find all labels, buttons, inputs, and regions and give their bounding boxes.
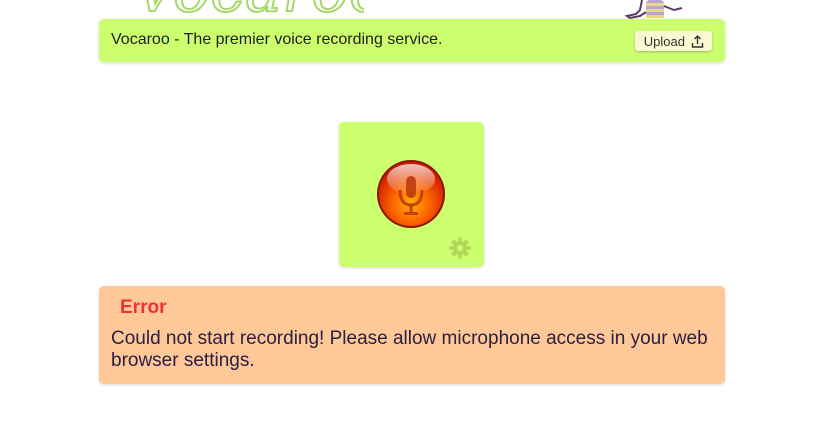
recorder-panel — [339, 122, 484, 267]
upload-button-label: Upload — [643, 33, 685, 49]
logo-text: Vocaroo — [134, 0, 364, 16]
mascot-image — [622, 0, 688, 20]
microphone-icon — [377, 160, 445, 228]
error-title: Error — [120, 297, 167, 318]
record-button[interactable] — [376, 159, 446, 229]
upload-button[interactable]: Upload — [634, 31, 712, 51]
gear-icon[interactable] — [449, 237, 471, 259]
page: Vocaroo Vocaroo - The premier voice reco… — [0, 0, 827, 432]
tagline-bar: Vocaroo - The premier voice recording se… — [99, 19, 725, 62]
upload-icon — [691, 34, 704, 48]
vocaroo-logo[interactable]: Vocaroo — [104, 0, 364, 16]
error-panel: Error Could not start recording! Please … — [99, 286, 725, 384]
error-message: Could not start recording! Please allow … — [111, 328, 708, 371]
tagline-text: Vocaroo - The premier voice recording se… — [111, 31, 443, 48]
